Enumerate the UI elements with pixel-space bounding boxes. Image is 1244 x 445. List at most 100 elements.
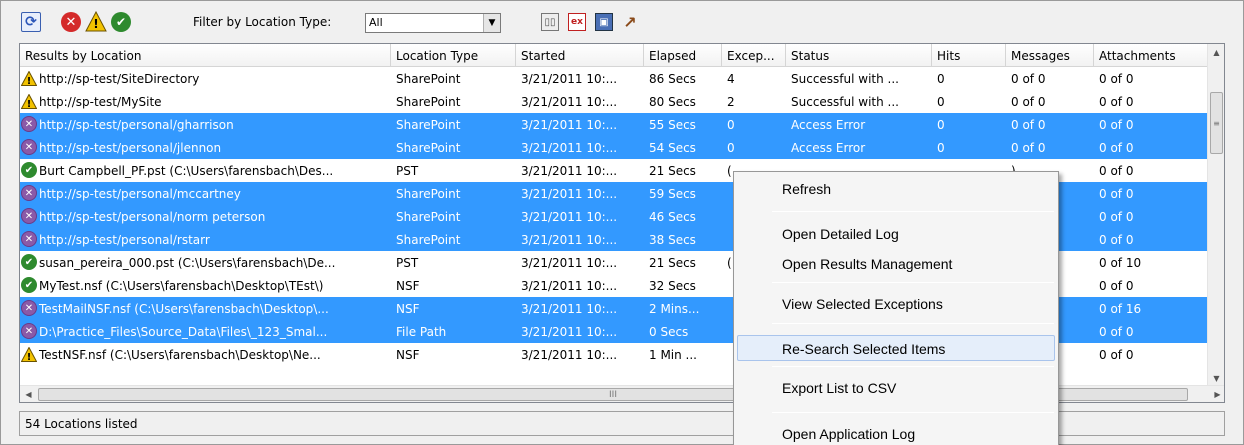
table-cell: 3/21/2011 10:... xyxy=(521,187,618,201)
table-row[interactable]: ! http://sp-test/SiteDirectory SharePoint 3… xyxy=(20,67,1208,90)
scroll-left-icon[interactable]: ◀ xyxy=(20,386,37,402)
error-icon: ✕ xyxy=(21,116,37,132)
table-cell: 0 of 0 xyxy=(1099,187,1134,201)
column-header[interactable]: Results by Location xyxy=(20,44,391,67)
settings-icon[interactable]: ▣ xyxy=(595,13,613,31)
svg-text:!: ! xyxy=(27,76,32,86)
table-cell: http://sp-test/personal/rstarr xyxy=(39,233,210,247)
table-cell: SharePoint xyxy=(396,141,461,155)
column-header[interactable]: Hits xyxy=(932,44,1006,67)
table-row[interactable]: ✕ http://sp-test/personal/gharrison ShareP… xyxy=(20,113,1208,136)
menu-item-re-search-selected-items[interactable]: Re-Search Selected Items xyxy=(737,335,1055,361)
table-cell: 0 of 0 xyxy=(1099,95,1134,109)
column-header[interactable]: Elapsed xyxy=(644,44,722,67)
table-cell: http://sp-test/personal/gharrison xyxy=(39,118,234,132)
table-cell: PST xyxy=(396,164,419,178)
menu-separator xyxy=(772,211,1054,212)
menu-separator xyxy=(772,412,1054,413)
table-cell: 0 xyxy=(937,72,945,86)
table-cell: Access Error xyxy=(791,118,866,132)
table-cell: 3/21/2011 10:... xyxy=(521,325,618,339)
column-header[interactable]: Excep... xyxy=(722,44,786,67)
menu-separator xyxy=(772,366,1054,367)
table-cell: 0 xyxy=(727,141,735,155)
scroll-up-icon[interactable]: ▲ xyxy=(1208,44,1224,61)
warning-filter-icon[interactable]: ! xyxy=(85,11,107,32)
list-header: Results by Location Location Type Started E… xyxy=(20,44,1208,67)
error-icon: ✕ xyxy=(21,323,37,339)
table-cell: 4 xyxy=(727,72,735,86)
excel-export-icon[interactable]: ex xyxy=(568,13,586,31)
table-cell: 1 Min ... xyxy=(649,348,697,362)
table-cell: 0 of 0 xyxy=(1099,141,1134,155)
table-cell: 3/21/2011 10:... xyxy=(521,256,618,270)
table-cell: 86 Secs xyxy=(649,72,696,86)
table-cell: 0 of 0 xyxy=(1099,118,1134,132)
table-cell: http://sp-test/MySite xyxy=(39,95,162,109)
table-cell: 3/21/2011 10:... xyxy=(521,118,618,132)
table-cell: 0 of 0 xyxy=(1099,164,1134,178)
table-cell: Access Error xyxy=(791,141,866,155)
table-cell: 0 of 0 xyxy=(1099,210,1134,224)
table-cell: http://sp-test/SiteDirectory xyxy=(39,72,200,86)
warning-icon: ! xyxy=(21,70,37,86)
scroll-right-icon[interactable]: ▶ xyxy=(1209,386,1224,402)
table-cell: 0 of 0 xyxy=(1099,348,1134,362)
table-cell: 0 of 16 xyxy=(1099,302,1142,316)
table-cell: Successful with ... xyxy=(791,72,899,86)
table-cell: 3/21/2011 10:... xyxy=(521,279,618,293)
table-cell: 0 xyxy=(727,118,735,132)
table-cell: SharePoint xyxy=(396,233,461,247)
vertical-scrollbar[interactable]: ▲ ≡ ▼ xyxy=(1207,44,1224,387)
table-cell: SharePoint xyxy=(396,187,461,201)
main-window: ⟳ ✕ ! ✔ Filter by Location Type: All ▼ ▯… xyxy=(0,0,1244,445)
table-cell: Successful with ... xyxy=(791,95,899,109)
menu-item-export-list-to-csv[interactable]: Export List to CSV xyxy=(734,375,1058,401)
table-row[interactable]: ! http://sp-test/MySite SharePoint 3/21/201… xyxy=(20,90,1208,113)
column-header[interactable]: Status xyxy=(786,44,932,67)
table-cell: 59 Secs xyxy=(649,187,696,201)
menu-item-view-selected-exceptions[interactable]: View Selected Exceptions xyxy=(734,291,1058,317)
error-icon: ✕ xyxy=(21,231,37,247)
table-cell: Burt Campbell_PF.pst (C:\Users\farensbac… xyxy=(39,164,334,178)
table-cell: TestMailNSF.nsf (C:\Users\farensbach\Des… xyxy=(39,302,329,316)
table-cell: 0 Secs xyxy=(649,325,689,339)
success-icon: ✔ xyxy=(21,162,37,178)
refresh-icon[interactable]: ⟳ xyxy=(21,12,41,32)
location-type-select-value: All xyxy=(369,16,383,29)
table-row[interactable]: ✕ http://sp-test/personal/jlennon SharePoi… xyxy=(20,136,1208,159)
wand-icon[interactable]: ↗ xyxy=(621,13,639,32)
book-icon[interactable]: ▯▯ xyxy=(541,13,559,31)
table-cell: 0 xyxy=(937,141,945,155)
scroll-grip: III xyxy=(609,389,617,400)
table-cell: 3/21/2011 10:... xyxy=(521,348,618,362)
menu-item-open-results-management[interactable]: Open Results Management xyxy=(734,251,1058,277)
column-header[interactable]: Attachments xyxy=(1094,44,1208,67)
status-text: 54 Locations listed xyxy=(25,417,138,431)
column-header[interactable]: Location Type xyxy=(391,44,516,67)
table-cell: 0 of 0 xyxy=(1099,325,1134,339)
warning-icon: ! xyxy=(21,346,37,362)
error-icon: ✕ xyxy=(21,300,37,316)
location-type-select[interactable]: All ▼ xyxy=(365,13,501,33)
table-cell: SharePoint xyxy=(396,118,461,132)
menu-separator xyxy=(772,323,1054,324)
menu-item-open-detailed-log[interactable]: Open Detailed Log xyxy=(734,221,1058,247)
table-cell: 3/21/2011 10:... xyxy=(521,302,618,316)
table-cell: 0 of 0 xyxy=(1099,72,1134,86)
menu-item-refresh[interactable]: Refresh xyxy=(734,176,1058,202)
table-cell: 3/21/2011 10:... xyxy=(521,210,618,224)
column-header[interactable]: Messages xyxy=(1006,44,1094,67)
table-cell: PST xyxy=(396,256,419,270)
table-cell: 3/21/2011 10:... xyxy=(521,72,618,86)
excel-icon-text: ex xyxy=(571,17,583,27)
success-icon: ✔ xyxy=(21,277,37,293)
menu-item-open-application-log[interactable]: Open Application Log xyxy=(734,421,1058,445)
error-filter-icon[interactable]: ✕ xyxy=(61,12,81,32)
success-filter-icon[interactable]: ✔ xyxy=(111,12,131,32)
chevron-down-icon[interactable]: ▼ xyxy=(483,14,500,32)
error-icon: ✕ xyxy=(21,208,37,224)
scroll-thumb[interactable]: ≡ xyxy=(1210,92,1223,154)
column-header[interactable]: Started xyxy=(516,44,644,67)
table-cell: 0 xyxy=(937,118,945,132)
